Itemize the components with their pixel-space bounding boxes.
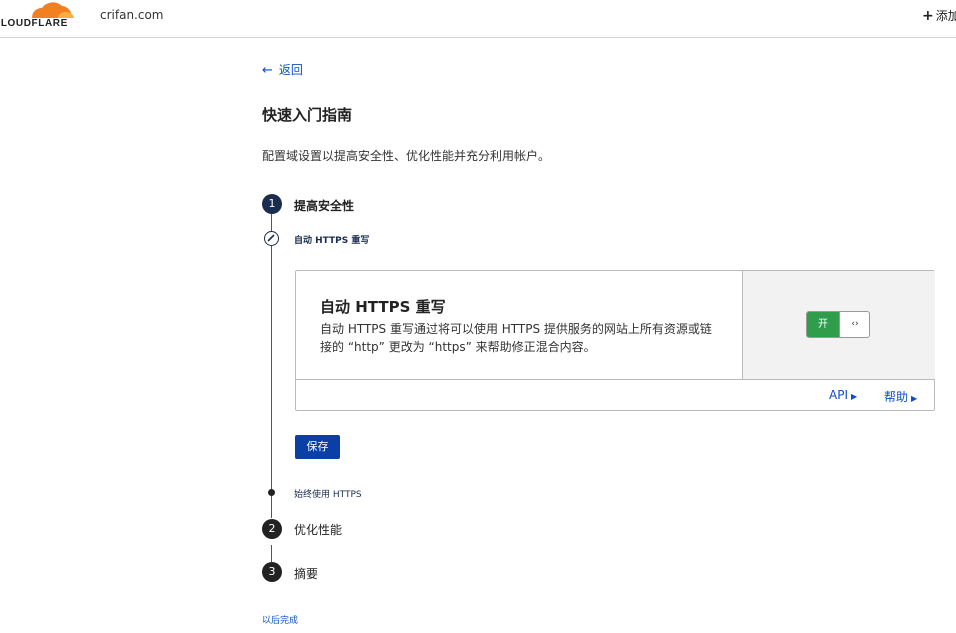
logo-text: CLOUDFLARE: [0, 18, 68, 29]
cloud-icon: [32, 2, 74, 18]
substep-dot: [268, 489, 275, 496]
setting-card: 自动 HTTPS 重写 自动 HTTPS 重写通过将可以使用 HTTPS 提供服…: [295, 270, 935, 411]
top-bar: CLOUDFLARE crifan.com + 添加: [0, 0, 956, 38]
save-button[interactable]: 保存: [295, 435, 340, 459]
caret-right-icon: ▶: [911, 394, 918, 403]
plus-icon: +: [922, 8, 934, 24]
step-label-3[interactable]: 摘要: [294, 565, 318, 582]
card-control-panel: 开 ‹›: [742, 271, 935, 379]
card-title: 自动 HTTPS 重写: [320, 298, 446, 316]
card-content: 自动 HTTPS 重写 自动 HTTPS 重写通过将可以使用 HTTPS 提供服…: [296, 271, 742, 379]
step-number-3: 3: [262, 562, 282, 582]
step-number-1: 1: [262, 194, 282, 214]
add-site-button[interactable]: + 添加: [922, 7, 956, 24]
help-link[interactable]: 帮助 ▶: [884, 388, 917, 405]
domain-name[interactable]: crifan.com: [100, 8, 164, 22]
edit-icon: [264, 231, 279, 246]
toggle-on-label: 开: [807, 312, 839, 337]
substep-label-always-https[interactable]: 始终使用 HTTPS: [294, 487, 362, 500]
add-site-label: 添加: [935, 9, 956, 23]
https-rewrite-toggle[interactable]: 开 ‹›: [806, 311, 870, 338]
cloudflare-logo[interactable]: CLOUDFLARE: [0, 0, 76, 32]
back-link[interactable]: ← 返回: [262, 61, 303, 78]
finish-later-link[interactable]: 以后完成: [262, 613, 298, 626]
card-footer: API ▶ 帮助 ▶: [296, 379, 934, 411]
page-title: 快速入门指南: [262, 106, 353, 124]
back-label: 返回: [278, 63, 303, 77]
help-link-label: 帮助: [884, 390, 909, 404]
arrow-left-icon: ←: [262, 63, 273, 78]
step-label-2[interactable]: 优化性能: [294, 521, 342, 538]
caret-right-icon: ▶: [850, 392, 858, 401]
api-link-label: API: [829, 388, 848, 402]
card-description: 自动 HTTPS 重写通过将可以使用 HTTPS 提供服务的网站上所有资源或链接…: [320, 322, 712, 354]
api-link[interactable]: API ▶: [829, 388, 857, 402]
substep-label-auto-https[interactable]: 自动 HTTPS 重写: [294, 233, 369, 246]
step-number-2: 2: [262, 519, 282, 539]
timeline-line: [271, 545, 272, 562]
timeline-line: [271, 214, 272, 518]
page-description: 配置域设置以提高安全性、优化性能并充分利用帐户。: [262, 149, 551, 163]
toggle-handle-icon: ‹›: [839, 312, 869, 337]
step-label-1: 提高安全性: [294, 199, 355, 213]
